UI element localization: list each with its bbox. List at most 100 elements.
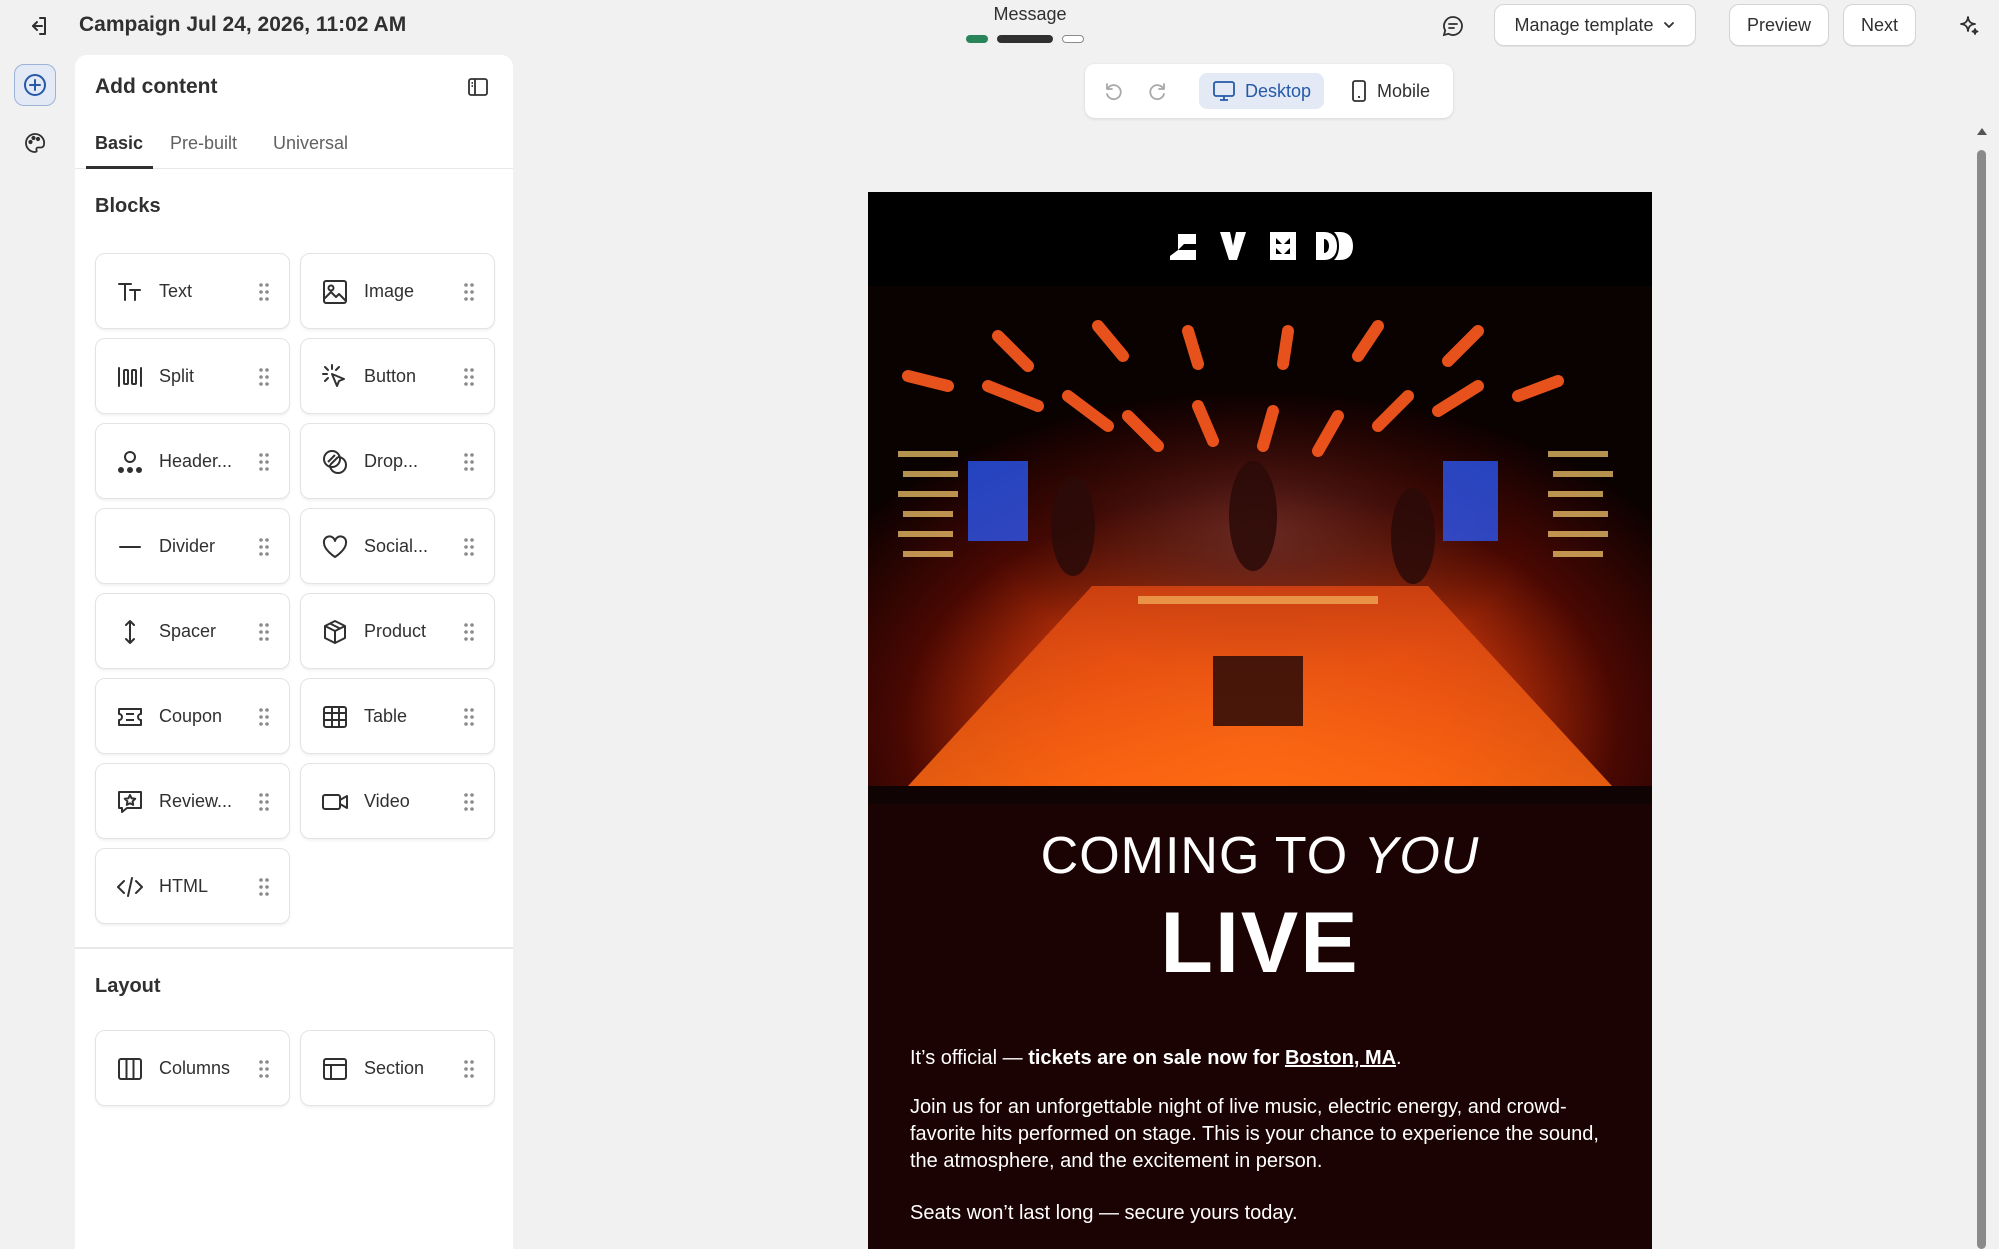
block-split[interactable]: Split (95, 338, 290, 414)
block-button[interactable]: Button (300, 338, 495, 414)
intro-suffix: . (1396, 1047, 1402, 1069)
add-content-rail-button[interactable] (14, 64, 56, 106)
block-divider[interactable]: Divider (95, 508, 290, 584)
block-video[interactable]: Video (300, 763, 495, 839)
comments-button[interactable] (1436, 9, 1470, 43)
block-section[interactable]: Section (300, 1030, 495, 1106)
headline-emphasis: YOU (1363, 827, 1480, 885)
block-label: Product (364, 621, 427, 641)
tab-pre-built[interactable]: Pre-built (170, 127, 237, 169)
redo-button[interactable] (1140, 73, 1176, 109)
step-progress (966, 35, 1084, 43)
block-header[interactable]: Header... (95, 423, 290, 499)
drag-handle-icon[interactable] (252, 1055, 276, 1083)
scroll-up-arrow-icon[interactable] (1977, 128, 1987, 135)
email-paragraph-intro: It’s official — tickets are on sale now … (910, 1047, 1630, 1070)
add-content-panel: Add content Basic Pre-built Universal Bl… (75, 55, 513, 1249)
email-headline: COMING TO YOU (868, 826, 1652, 886)
drag-handle-icon[interactable] (457, 618, 481, 646)
canvas-scrollbar[interactable] (1974, 128, 1990, 1249)
block-social[interactable]: Social... (300, 508, 495, 584)
next-button[interactable]: Next (1843, 4, 1916, 46)
undo-icon (1106, 83, 1122, 101)
block-image[interactable]: Image (300, 253, 495, 329)
mobile-view-button[interactable]: Mobile (1335, 73, 1445, 109)
redo-icon (1149, 83, 1165, 101)
layout-heading: Layout (95, 975, 161, 997)
drag-handle-icon[interactable] (252, 448, 276, 476)
block-label: Image (364, 281, 415, 301)
drag-handle-icon[interactable] (252, 533, 276, 561)
step-label: Message (993, 4, 1067, 24)
drag-handle-icon[interactable] (252, 363, 276, 391)
drag-handle-icon[interactable] (457, 788, 481, 816)
toggle-panel-button[interactable] (460, 69, 496, 105)
section-icon (321, 1055, 349, 1083)
text-icon (116, 278, 144, 306)
drag-handle-icon[interactable] (252, 618, 276, 646)
step-indicator-current (997, 35, 1053, 43)
block-label: Drop... (364, 451, 419, 471)
block-label: Button (364, 366, 417, 386)
heart-icon (321, 533, 349, 561)
drag-handle-icon[interactable] (457, 278, 481, 306)
plus-circle-icon (24, 74, 46, 96)
block-columns[interactable]: Columns (95, 1030, 290, 1106)
email-preview[interactable]: COMING TO YOU LIVE It’s official — ticke… (868, 192, 1652, 1249)
drag-handle-icon[interactable] (252, 278, 276, 306)
block-label: Section (364, 1058, 425, 1078)
content-tabs: Basic Pre-built Universal (75, 127, 513, 169)
ai-assistant-button[interactable] (1951, 9, 1985, 43)
review-star-icon (116, 788, 144, 816)
styles-rail-button[interactable] (17, 125, 53, 161)
drag-handle-icon[interactable] (457, 363, 481, 391)
manage-template-label: Manage template (1514, 14, 1654, 35)
block-table[interactable]: Table (300, 678, 495, 754)
tab-basic[interactable]: Basic (86, 127, 154, 169)
desktop-label: Desktop (1244, 80, 1312, 101)
comment-icon (1442, 16, 1463, 37)
drag-handle-icon[interactable] (252, 703, 276, 731)
block-label: Spacer (159, 621, 217, 641)
block-drop-shadow[interactable]: Drop... (300, 423, 495, 499)
scroll-thumb[interactable] (1977, 150, 1986, 1249)
block-label: HTML (159, 876, 208, 896)
block-html[interactable]: HTML (95, 848, 290, 924)
columns-icon (116, 1055, 144, 1083)
block-review[interactable]: Review... (95, 763, 290, 839)
drag-handle-icon[interactable] (457, 533, 481, 561)
step-indicator-complete (966, 35, 988, 43)
desktop-view-button[interactable]: Desktop (1199, 73, 1324, 109)
drag-handle-icon[interactable] (252, 788, 276, 816)
intro-text: It’s official — (910, 1047, 1029, 1069)
header-icon (116, 448, 144, 476)
drag-handle-icon[interactable] (457, 1055, 481, 1083)
block-spacer[interactable]: Spacer (95, 593, 290, 669)
block-label: Social... (364, 536, 429, 556)
exit-icon (32, 17, 46, 35)
block-product[interactable]: Product (300, 593, 495, 669)
drag-handle-icon[interactable] (457, 703, 481, 731)
exit-button[interactable] (20, 9, 56, 43)
preview-button[interactable]: Preview (1729, 4, 1829, 46)
block-text[interactable]: Text (95, 253, 290, 329)
divider-icon (116, 533, 144, 561)
email-paragraph-closing: Seats won’t last long — secure yours tod… (910, 1202, 1298, 1224)
block-coupon[interactable]: Coupon (95, 678, 290, 754)
block-label: Coupon (159, 706, 223, 726)
palette-icon (25, 133, 45, 153)
undo-button[interactable] (1095, 73, 1131, 109)
sidebar-toggle-icon (468, 78, 488, 96)
tab-universal[interactable]: Universal (273, 127, 348, 169)
brand-logo (1170, 232, 1353, 260)
drag-handle-icon[interactable] (457, 448, 481, 476)
section-divider (75, 947, 513, 949)
manage-template-button[interactable]: Manage template (1494, 4, 1696, 46)
mobile-label: Mobile (1376, 80, 1431, 101)
product-box-icon (321, 618, 349, 646)
next-label: Next (1860, 14, 1898, 35)
drop-shadow-icon (321, 448, 349, 476)
location-link[interactable]: Boston, MA (1285, 1047, 1396, 1069)
image-icon (321, 278, 349, 306)
drag-handle-icon[interactable] (252, 873, 276, 901)
